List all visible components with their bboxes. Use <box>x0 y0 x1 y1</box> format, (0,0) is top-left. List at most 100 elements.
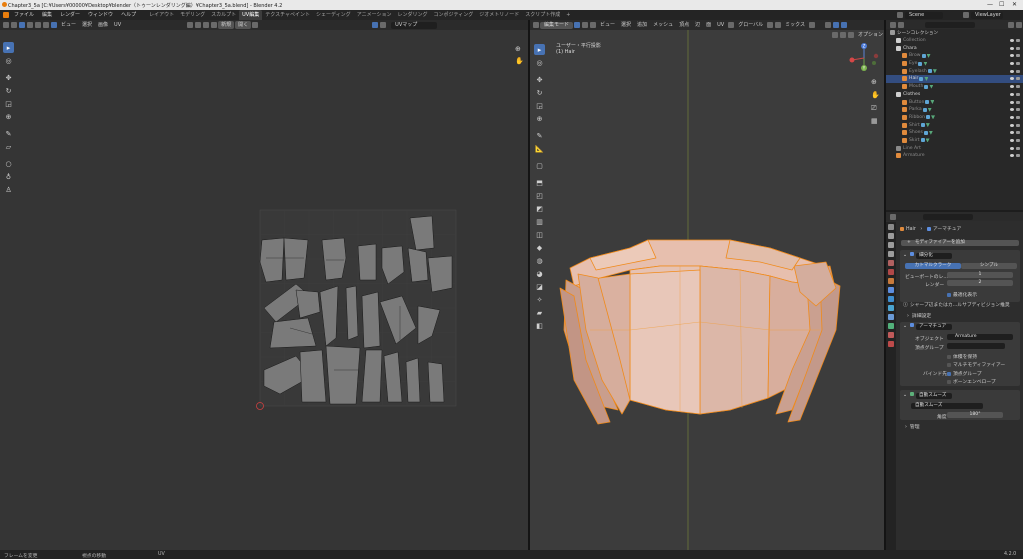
edge-select-icon[interactable] <box>27 22 33 28</box>
uv-menu-view[interactable]: ビュー <box>58 21 79 29</box>
preserve-volume-checkbox[interactable]: 体積を保持 <box>947 353 977 360</box>
ortho-grid-icon[interactable]: ▦ <box>871 115 880 128</box>
pivot-3d-icon[interactable] <box>767 22 774 28</box>
bevel-tool-icon[interactable]: ◩ <box>534 203 545 214</box>
vp-transform-tool-icon[interactable]: ⊕ <box>534 113 545 124</box>
outliner-row[interactable]: Clothes <box>886 91 1023 99</box>
outliner-row[interactable]: Collection <box>886 37 1023 45</box>
mode-dropdown[interactable]: 編集モード <box>540 21 574 29</box>
smooth-name-field[interactable]: 自動スムーズ <box>916 392 953 399</box>
armature-header[interactable]: ⌄ アーマチュア <box>903 323 953 330</box>
subsurf-render-field[interactable]: 2 <box>947 280 1013 286</box>
eye-icon[interactable] <box>1010 108 1014 112</box>
editor-type-3d-icon[interactable] <box>533 22 539 28</box>
smooth-angle-field[interactable]: 180° <box>947 412 1003 418</box>
scene-field[interactable]: Scene <box>905 11 943 19</box>
outliner-row[interactable]: Eye <box>886 60 1023 68</box>
bind-vertex-groups-checkbox[interactable]: 頂点グループ <box>947 370 982 377</box>
tab-animation[interactable]: アニメーション <box>354 10 395 20</box>
vertex-mode-icon[interactable] <box>574 22 581 28</box>
tab-compositing[interactable]: コンポジティング <box>431 10 477 20</box>
vp-measure-tool-icon[interactable]: 📐 <box>534 143 545 154</box>
vp-cursor-tool-icon[interactable]: ◎ <box>534 57 545 68</box>
camera-render-icon[interactable] <box>1016 100 1020 104</box>
armature-object-field[interactable]: Armature <box>947 334 1013 340</box>
loop-cut-tool-icon[interactable]: ▥ <box>534 216 545 227</box>
add-workspace-button[interactable]: + <box>563 10 573 20</box>
eye-icon[interactable] <box>1010 115 1014 119</box>
outliner-row[interactable]: Shirt <box>886 121 1023 129</box>
annotate-tool-icon[interactable]: ✎ <box>3 128 14 139</box>
camera-render-icon[interactable] <box>1016 123 1020 127</box>
armature-vgroup-field[interactable] <box>947 343 1005 349</box>
constraints-tab-icon[interactable] <box>888 314 894 320</box>
island-select-icon[interactable] <box>43 22 49 28</box>
tab-layout[interactable]: レイアウト <box>146 10 177 20</box>
optimal-display-checkbox[interactable]: 最適化表示 <box>947 291 977 298</box>
open-image-button[interactable]: 開く <box>235 21 252 29</box>
vp-rotate-tool-icon[interactable]: ↻ <box>534 87 545 98</box>
outliner-row[interactable]: Hair <box>886 75 1023 83</box>
pan-hand-icon[interactable]: ✋ <box>515 57 524 65</box>
edge-mode-icon[interactable] <box>582 22 589 28</box>
camera-render-icon[interactable] <box>1016 146 1020 150</box>
tab-shading[interactable]: シェーディング <box>313 10 354 20</box>
snap-icon[interactable] <box>195 22 202 28</box>
uv-menu-image[interactable]: 画像 <box>95 21 111 29</box>
spin-tool-icon[interactable]: ◍ <box>534 255 545 266</box>
vp-menu-edge[interactable]: 辺 <box>692 21 703 29</box>
smooth-header[interactable]: ⌄ 自動スムーズ <box>903 392 953 399</box>
image-browse-icon[interactable] <box>211 22 218 28</box>
knife-tool-icon[interactable]: ◫ <box>534 229 545 240</box>
grab-tool-icon[interactable]: ○ <box>3 158 14 169</box>
eye-icon[interactable] <box>1010 131 1014 135</box>
view-layer-tab-icon[interactable] <box>888 251 894 257</box>
tab-rendering[interactable]: レンダリング <box>395 10 431 20</box>
bind-bone-envelopes-checkbox[interactable]: ボーンエンベロープ <box>947 378 996 385</box>
tab-texture-paint[interactable]: テクスチャペイント <box>262 10 313 20</box>
render-tab-icon[interactable] <box>888 233 894 239</box>
3d-viewport-canvas[interactable] <box>530 30 884 550</box>
overlay-icon[interactable] <box>372 22 379 28</box>
outliner-row[interactable]: シーンコレクション <box>886 29 1023 37</box>
outliner-row[interactable]: Brow <box>886 52 1023 60</box>
eye-icon[interactable] <box>1010 54 1014 58</box>
zoom-3d-icon[interactable]: ⊕ <box>871 76 880 89</box>
pan-3d-hand-icon[interactable]: ✋ <box>871 89 880 102</box>
visibility-icon[interactable] <box>825 22 832 28</box>
subsurf-viewport-field[interactable]: 1 <box>947 272 1013 278</box>
vp-menu-vertex[interactable]: 頂点 <box>676 21 692 29</box>
vp-menu-view[interactable]: ビュー <box>597 21 618 29</box>
tool-tab-icon[interactable] <box>888 224 894 230</box>
outliner-row[interactable]: Eyelash <box>886 67 1023 75</box>
move-tool-icon[interactable]: ✥ <box>3 72 14 83</box>
add-modifier-button[interactable]: + モディファイアーを追加 <box>901 240 1019 246</box>
vp-select-tool-icon[interactable]: ▸ <box>534 44 545 55</box>
eye-icon[interactable] <box>1010 92 1014 96</box>
vp-menu-face[interactable]: 面 <box>703 21 714 29</box>
blender-menu-icon[interactable] <box>3 12 9 18</box>
tab-uv-editing[interactable]: UV編集 <box>239 10 263 20</box>
rip-tool-icon[interactable]: ▱ <box>3 141 14 152</box>
multi-modifier-checkbox[interactable]: マルチモディファイアー <box>947 361 1005 368</box>
menu-help[interactable]: ヘルプ <box>117 10 140 20</box>
uv-canvas[interactable] <box>0 30 528 550</box>
shrink-fatten-tool-icon[interactable]: ✧ <box>534 294 545 305</box>
eye-icon[interactable] <box>1010 46 1014 50</box>
menu-render[interactable]: レンダー <box>56 10 84 20</box>
gizmo-icon[interactable] <box>380 22 387 28</box>
proportional-falloff-icon[interactable] <box>809 22 816 28</box>
camera-render-icon[interactable] <box>1016 54 1020 58</box>
face-select-icon[interactable] <box>35 22 41 28</box>
transform-orientation-dropdown[interactable]: グローバル <box>735 21 766 29</box>
camera-view-icon[interactable]: ⎚ <box>871 102 880 115</box>
gizmo-neg-y-icon[interactable] <box>872 61 876 65</box>
outliner-row[interactable]: Parka <box>886 106 1023 114</box>
overlay-3d-icon[interactable] <box>841 22 848 28</box>
eye-icon[interactable] <box>1010 39 1014 43</box>
transform-tool-icon[interactable]: ⊕ <box>3 111 14 122</box>
outliner-row[interactable]: Mouth <box>886 83 1023 91</box>
vp-menu-mesh[interactable]: メッシュ <box>650 21 676 29</box>
smooth-manage[interactable]: › 管理 <box>905 423 920 430</box>
eye-icon[interactable] <box>1010 123 1014 127</box>
